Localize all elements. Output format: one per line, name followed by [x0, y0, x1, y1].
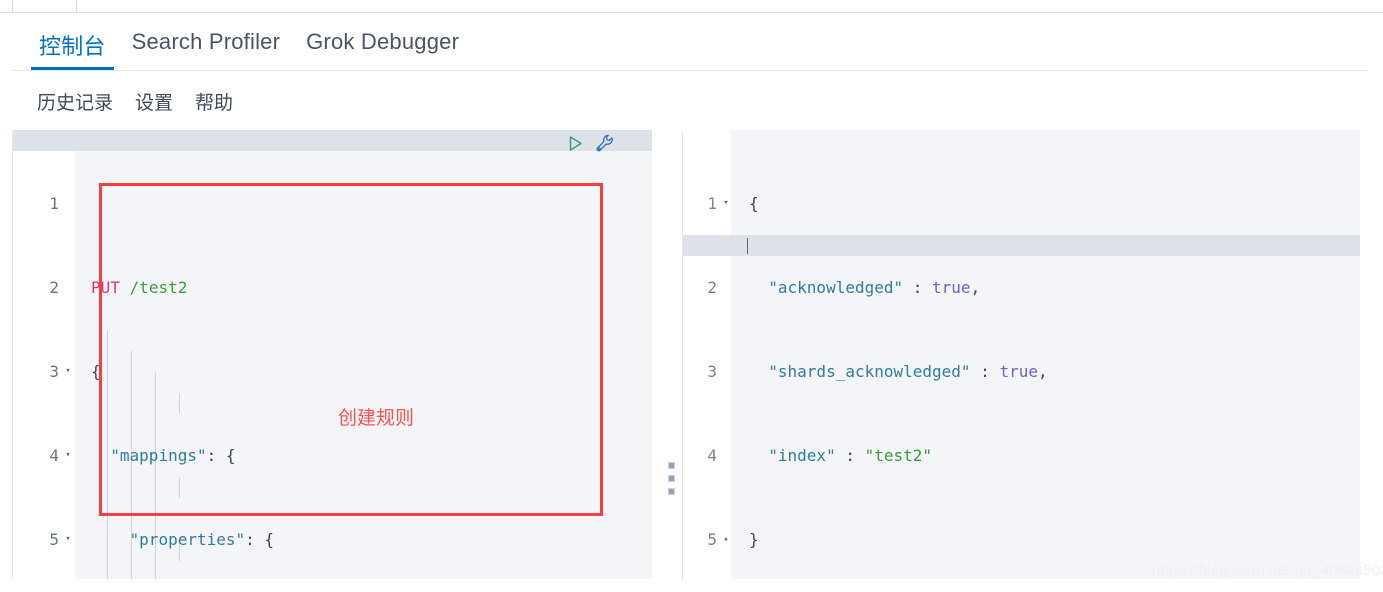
- editor-line: 5 ▾ "properties": {: [13, 529, 303, 550]
- line-number: 4: [49, 446, 59, 465]
- play-icon[interactable]: [566, 134, 585, 153]
- response-line: 4 "index" : "test2": [683, 445, 1048, 466]
- line-number: 1: [707, 194, 717, 213]
- response-code[interactable]: 1 ▾ { 2 "acknowledged" : true, 3 "shards…: [683, 130, 1048, 579]
- fold-toggle[interactable]: ▾: [61, 361, 75, 382]
- line-text: "mappings": {: [110, 446, 236, 465]
- tab-list: 控制台 Search Profiler Grok Debugger: [12, 13, 1368, 70]
- fold-toggle[interactable]: ▴: [719, 529, 733, 550]
- response-line: 5 ▴ }: [683, 529, 1048, 550]
- panel-resize-handle[interactable]: [660, 455, 682, 501]
- response-line: 1 ▾ {: [683, 193, 1048, 214]
- line-number: 2: [707, 278, 717, 297]
- line-number: 3: [49, 362, 59, 381]
- grip-dot: [667, 461, 675, 469]
- fold-toggle[interactable]: ▾: [61, 529, 75, 550]
- http-method: PUT: [91, 278, 120, 297]
- console-menu-row: 历史记录 设置 帮助: [12, 72, 1368, 130]
- response-line: 2 "acknowledged" : true,: [683, 277, 1048, 298]
- top-strip-divider-2: [76, 0, 77, 12]
- line-number: 4: [707, 446, 717, 465]
- line-number: 2: [49, 278, 59, 297]
- request-code[interactable]: 1 2 PUT /test2 3 ▾ { 4 ▾ "mappings": {5…: [13, 130, 303, 579]
- request-editor-panel[interactable]: 1 2 PUT /test2 3 ▾ { 4 ▾ "mappings": {5…: [12, 130, 652, 579]
- line-text: PUT /test2: [75, 277, 187, 298]
- console-body: 1 2 PUT /test2 3 ▾ { 4 ▾ "mappings": {5…: [12, 130, 1368, 592]
- wrench-icon[interactable]: [595, 133, 616, 154]
- line-number: 5: [49, 530, 59, 549]
- line-text: "acknowledged" : true,: [768, 278, 981, 297]
- request-path: /test2: [129, 278, 188, 297]
- line-text: "index" : "test2": [768, 446, 933, 465]
- line-text: "shards_acknowledged" : true,: [768, 362, 1048, 381]
- tab-search-profiler-label: Search Profiler: [131, 29, 281, 54]
- response-line: 3 "shards_acknowledged" : true,: [683, 361, 1048, 382]
- editor-action-icons: [566, 133, 616, 154]
- line-number: 1: [49, 194, 59, 213]
- editor-line: 3 ▾ {: [13, 361, 303, 382]
- annotation-label: 创建规则: [338, 408, 415, 429]
- menu-item-settings[interactable]: 设置: [135, 88, 173, 115]
- window-top-strip: [0, 0, 1383, 13]
- top-strip-divider-1: [12, 0, 13, 12]
- editor-line: 1: [13, 193, 303, 214]
- line-number: 3: [707, 362, 717, 381]
- line-text: {: [749, 194, 759, 213]
- devtools-tabbar: 控制台 Search Profiler Grok Debugger: [12, 13, 1368, 71]
- grip-dot: [667, 474, 675, 482]
- tab-grok-debugger-label: Grok Debugger: [306, 29, 460, 54]
- tab-search-profiler[interactable]: Search Profiler: [119, 13, 294, 70]
- response-panel[interactable]: 1 ▾ { 2 "acknowledged" : true, 3 "shards…: [682, 130, 1360, 579]
- line-text: }: [749, 530, 759, 549]
- line-text: "properties": {: [129, 530, 275, 549]
- grip-dot: [667, 487, 675, 495]
- menu-item-history[interactable]: 历史记录: [37, 88, 113, 115]
- tab-grok-debugger[interactable]: Grok Debugger: [293, 13, 472, 70]
- editor-line: 2 PUT /test2: [13, 277, 303, 298]
- editor-line: 4 ▾ "mappings": {: [13, 445, 303, 466]
- fold-toggle[interactable]: ▾: [61, 445, 75, 466]
- line-number: 5: [707, 530, 717, 549]
- tab-console-label: 控制台: [39, 34, 106, 59]
- tab-console[interactable]: 控制台: [26, 13, 119, 70]
- line-text: {: [91, 362, 101, 381]
- menu-item-help[interactable]: 帮助: [195, 88, 233, 115]
- fold-toggle[interactable]: ▾: [719, 193, 733, 214]
- watermark: https://blog.csdn.net/qq_40649503: [1152, 562, 1383, 579]
